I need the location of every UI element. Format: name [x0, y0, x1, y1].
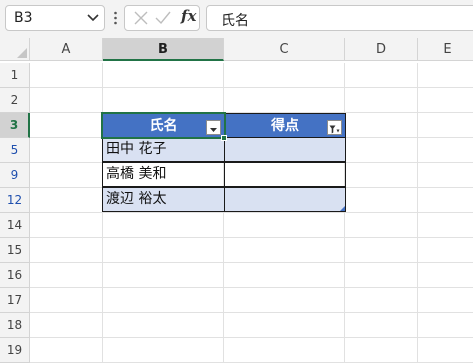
grid-cell[interactable]	[103, 88, 224, 113]
table-resize-handle[interactable]	[340, 206, 345, 211]
grid-cell[interactable]	[103, 288, 224, 313]
select-all-button[interactable]	[0, 38, 30, 61]
grid-cell[interactable]	[30, 163, 103, 188]
grid-cell[interactable]	[418, 313, 473, 338]
grid-cell[interactable]	[224, 88, 345, 113]
formula-bar: B3 fx 氏名	[0, 0, 473, 38]
chevron-down-icon[interactable]	[86, 9, 100, 27]
grid-cell[interactable]	[418, 338, 473, 363]
grid-cell[interactable]	[418, 163, 473, 188]
row-header[interactable]: 9	[0, 163, 30, 188]
grid-cell[interactable]	[345, 163, 418, 188]
grid-cell[interactable]	[345, 288, 418, 313]
grid-cell[interactable]	[30, 113, 103, 138]
grid-cell[interactable]	[103, 263, 224, 288]
table-cell-score[interactable]	[224, 137, 346, 162]
formula-input-value: 氏名	[221, 13, 249, 29]
grid-cell[interactable]	[345, 188, 418, 213]
row-header[interactable]: 5	[0, 138, 30, 163]
more-options-icon[interactable]	[114, 11, 117, 25]
table-cell-score[interactable]	[224, 187, 346, 212]
table-cell-name[interactable]: 高橋 美和	[102, 162, 225, 187]
filter-dropdown-button-score[interactable]	[327, 120, 342, 135]
grid-cell[interactable]	[418, 88, 473, 113]
grid-cell[interactable]	[418, 113, 473, 138]
formula-input[interactable]: 氏名	[206, 5, 473, 31]
row-header[interactable]: 12	[0, 188, 30, 213]
row-header-selected[interactable]: 3	[0, 113, 30, 138]
grid-cell[interactable]	[345, 63, 418, 88]
fill-handle[interactable]	[221, 135, 227, 141]
column-header-d[interactable]: D	[345, 38, 418, 61]
name-box-value: B3	[14, 10, 33, 26]
grid-cell[interactable]	[345, 238, 418, 263]
grid-cell[interactable]	[30, 313, 103, 338]
grid-cell[interactable]	[30, 88, 103, 113]
grid-cell[interactable]	[418, 63, 473, 88]
row-header[interactable]: 16	[0, 263, 30, 288]
grid-cell[interactable]	[224, 238, 345, 263]
grid-cell[interactable]	[345, 263, 418, 288]
grid-cell[interactable]	[345, 88, 418, 113]
insert-function-icon[interactable]: fx	[181, 7, 196, 25]
grid-cell[interactable]	[418, 213, 473, 238]
column-header-e[interactable]: E	[418, 38, 473, 61]
grid-cell[interactable]	[224, 63, 345, 88]
active-cell-selection	[101, 112, 226, 139]
grid-cell[interactable]	[30, 338, 103, 363]
grid-cell[interactable]	[418, 288, 473, 313]
column-header-c[interactable]: C	[224, 38, 345, 61]
grid-cell[interactable]	[224, 213, 345, 238]
row-header[interactable]: 15	[0, 238, 30, 263]
grid-cell[interactable]	[30, 63, 103, 88]
grid-cell[interactable]	[103, 313, 224, 338]
row-header[interactable]: 2	[0, 88, 30, 113]
grid-cell[interactable]	[345, 338, 418, 363]
select-all-triangle-icon	[17, 48, 27, 58]
row-header[interactable]: 17	[0, 288, 30, 313]
grid-cell[interactable]	[224, 313, 345, 338]
grid-cell[interactable]	[345, 138, 418, 163]
grid-cell[interactable]	[30, 263, 103, 288]
grid-cell[interactable]	[345, 313, 418, 338]
grid-cell[interactable]	[103, 63, 224, 88]
table-cell-score[interactable]	[224, 162, 346, 187]
grid-cell[interactable]	[224, 288, 345, 313]
table-cell-name[interactable]: 田中 花子	[102, 137, 225, 162]
grid-cell[interactable]	[418, 138, 473, 163]
table-header-score-label: 得点	[271, 118, 299, 134]
grid-cell[interactable]	[418, 188, 473, 213]
grid-cell[interactable]	[30, 188, 103, 213]
grid-cell[interactable]	[103, 338, 224, 363]
grid-cell[interactable]	[224, 338, 345, 363]
filter-funnel-icon	[329, 125, 340, 134]
row-header[interactable]: 1	[0, 63, 30, 88]
grid-cell[interactable]	[418, 238, 473, 263]
grid-cell[interactable]	[30, 238, 103, 263]
grid-cell[interactable]	[30, 288, 103, 313]
grid-cell[interactable]	[345, 213, 418, 238]
table-cell-name[interactable]: 渡辺 裕太	[102, 187, 225, 212]
grid-cell[interactable]	[103, 213, 224, 238]
row-header[interactable]: 18	[0, 313, 30, 338]
cancel-icon[interactable]	[134, 11, 148, 25]
worksheet-grid: A B C D E 1 2 3 5 9 12 14 15 16 17 18 19…	[0, 38, 473, 363]
column-header-b[interactable]: B	[103, 38, 224, 61]
column-header-a[interactable]: A	[30, 38, 103, 61]
name-box[interactable]: B3	[5, 5, 105, 31]
grid-cell[interactable]	[345, 113, 418, 138]
row-header[interactable]: 19	[0, 338, 30, 363]
row-header[interactable]: 14	[0, 213, 30, 238]
grid-cell[interactable]	[224, 263, 345, 288]
grid-cell[interactable]	[30, 138, 103, 163]
formula-buttons: fx	[124, 5, 200, 31]
grid-cell[interactable]	[30, 213, 103, 238]
check-icon[interactable]	[155, 11, 171, 25]
grid-cell[interactable]	[103, 238, 224, 263]
grid-cell[interactable]	[418, 263, 473, 288]
